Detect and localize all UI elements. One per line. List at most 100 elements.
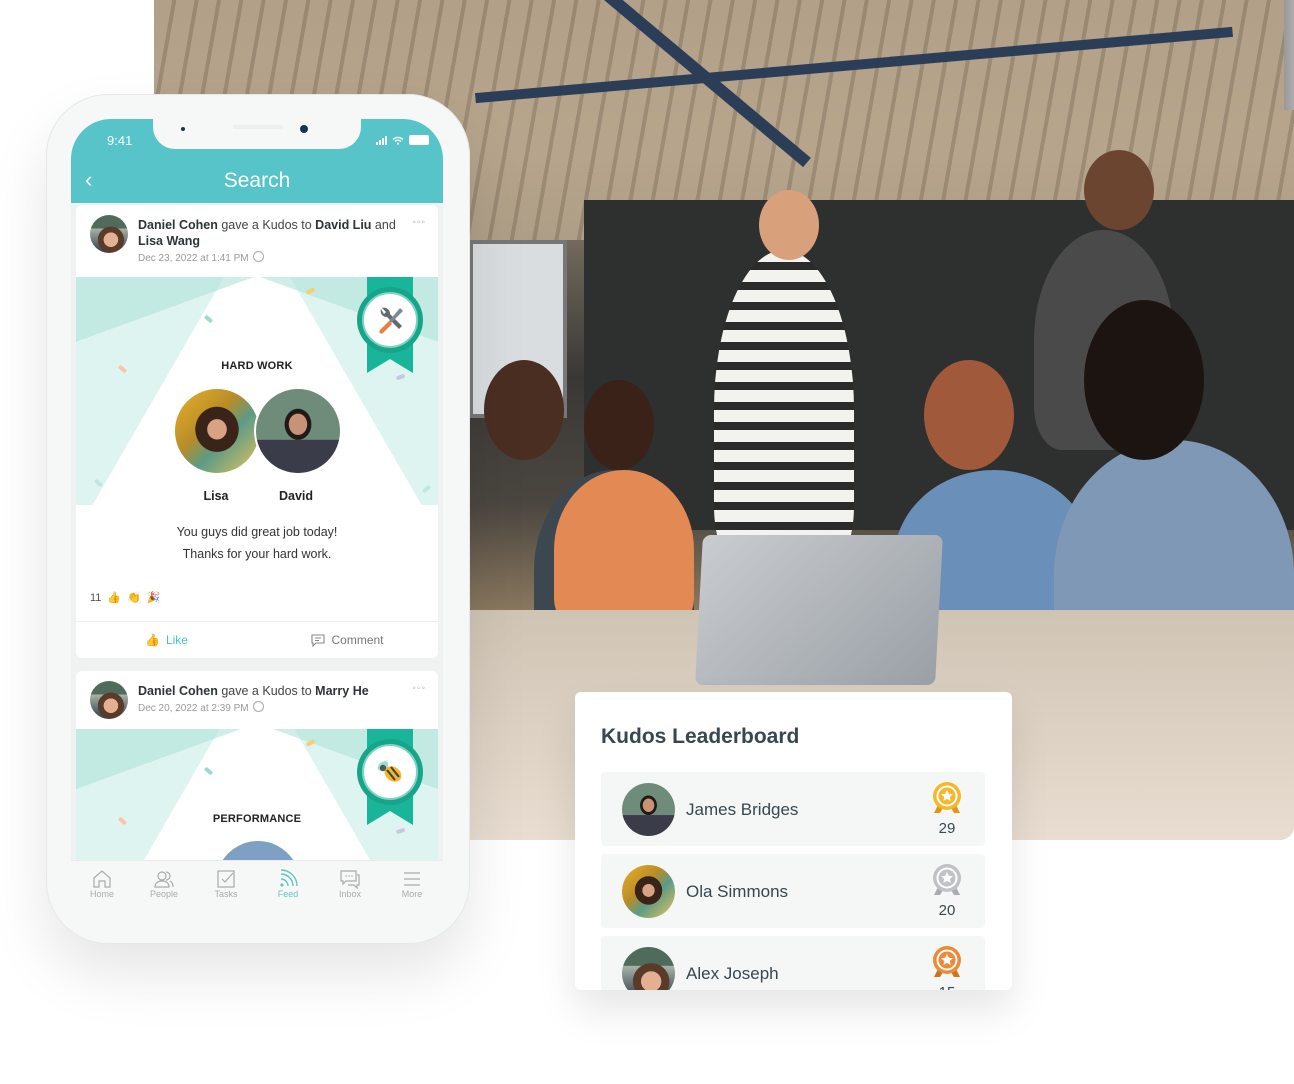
- inbox-icon: [340, 870, 360, 889]
- reactions-summary[interactable]: 11 👍 👏 🎉: [90, 591, 161, 605]
- photo-head: [484, 360, 564, 460]
- silver-medal-icon: [933, 864, 961, 895]
- feed-list: Daniel Cohen gave a Kudos to David Liu a…: [71, 203, 443, 909]
- photo-head: [924, 360, 1014, 470]
- home-icon: [93, 870, 111, 888]
- leader-avatar: [622, 865, 675, 918]
- confetti: [305, 287, 316, 295]
- photo-person: [554, 470, 694, 630]
- tools-icon: [379, 307, 403, 334]
- recipient-name[interactable]: Marry He: [315, 684, 369, 698]
- leaderboard-row[interactable]: Ola Simmons 20: [601, 854, 985, 928]
- thumbs-up-icon: 👍: [145, 633, 160, 647]
- confetti: [93, 478, 104, 488]
- post-actions: 👍 Like Comment: [76, 621, 438, 658]
- wifi-icon: [392, 136, 404, 145]
- post-summary: Daniel Cohen gave a Kudos to David Liu a…: [138, 218, 396, 248]
- camera-dot: [300, 125, 308, 133]
- signal-icon: [376, 135, 387, 145]
- party-popper-icon: 🎉: [146, 592, 161, 604]
- thumbs-up-icon: 👍: [107, 592, 122, 604]
- post-header: Daniel Cohen gave a Kudos to Marry He De…: [76, 671, 438, 727]
- kudos-message: You guys did great job today! Thanks for…: [176, 525, 338, 561]
- feed-post: Daniel Cohen gave a Kudos to David Liu a…: [76, 205, 438, 658]
- comment-icon: [311, 633, 326, 647]
- author-avatar[interactable]: [90, 681, 128, 719]
- photo-duct: [1284, 0, 1294, 110]
- more-options-icon[interactable]: ◦◦◦: [412, 683, 426, 694]
- recipient-avatar-lisa[interactable]: [173, 387, 261, 475]
- clap-icon: 👏: [127, 592, 141, 604]
- people-icon: [154, 871, 174, 888]
- tab-tasks[interactable]: Tasks: [195, 861, 257, 909]
- photo-head: [584, 380, 654, 470]
- recipient-label: Lisa: [203, 489, 229, 503]
- leader-score: 29: [938, 820, 956, 837]
- kudos-leaderboard: Kudos Leaderboard James Bridges 29 Ola S…: [575, 692, 1012, 990]
- menu-icon: [404, 872, 420, 886]
- leaderboard-row[interactable]: James Bridges 29: [601, 772, 985, 846]
- author-name[interactable]: Daniel Cohen: [138, 218, 218, 232]
- leaderboard-title: Kudos Leaderboard: [601, 725, 800, 748]
- globe-icon: [252, 701, 264, 712]
- page-title: Search: [223, 169, 291, 192]
- leader-score: 20: [938, 902, 956, 919]
- post-date: Dec 20, 2022 at 2:39 PM: [138, 701, 264, 714]
- globe-icon: [252, 251, 264, 262]
- photo-person: [714, 250, 854, 570]
- recipient-avatar-david[interactable]: [254, 387, 342, 475]
- reaction-count: 11: [90, 591, 102, 604]
- bronze-medal-icon: [933, 946, 961, 977]
- leaderboard-row[interactable]: Alex Joseph 15: [601, 936, 985, 990]
- confetti: [305, 739, 316, 747]
- bee-icon: [377, 761, 402, 782]
- leader-score: 15: [929, 984, 965, 990]
- speaker: [233, 125, 283, 129]
- recipient-name[interactable]: Lisa Wang: [138, 234, 200, 248]
- feed-icon: [280, 869, 298, 887]
- more-options-icon[interactable]: ◦◦◦: [412, 217, 426, 228]
- tasks-icon: [217, 870, 235, 888]
- leader-name: Ola Simmons: [686, 882, 789, 901]
- tab-home[interactable]: Home: [71, 861, 133, 909]
- tab-bar: Home People Tasks Feed Inbox More: [71, 860, 443, 909]
- award-title: PERFORMANCE: [212, 813, 302, 825]
- status-time: 9:41: [107, 133, 133, 148]
- status-icons: [376, 135, 429, 145]
- comment-button[interactable]: Comment: [257, 622, 438, 658]
- nav-bar: ‹ Search: [71, 159, 443, 203]
- confetti: [395, 373, 406, 381]
- post-summary: Daniel Cohen gave a Kudos to Marry He: [138, 684, 369, 698]
- author-name[interactable]: Daniel Cohen: [138, 684, 218, 698]
- post-header: Daniel Cohen gave a Kudos to David Liu a…: [76, 205, 438, 269]
- photo-head: [759, 190, 819, 260]
- confetti: [395, 827, 406, 835]
- photo-head: [1084, 300, 1204, 460]
- confetti: [203, 766, 214, 776]
- phone-mockup: 9:41 ‹ Search Daniel Cohen gave a Kudos …: [46, 94, 470, 944]
- phone-notch: [153, 119, 361, 149]
- leader-name: James Bridges: [686, 800, 799, 819]
- recipient-name[interactable]: David Liu: [315, 218, 371, 232]
- post-date: Dec 23, 2022 at 1:41 PM: [138, 251, 264, 264]
- confetti: [421, 484, 432, 494]
- gold-medal-icon: [933, 782, 961, 813]
- phone-screen: 9:41 ‹ Search Daniel Cohen gave a Kudos …: [71, 119, 443, 909]
- leader-name: Alex Joseph: [686, 964, 779, 983]
- award-seal: [357, 287, 423, 353]
- award-card: HARD WORK: [76, 277, 438, 505]
- leader-avatar: [622, 947, 675, 990]
- sensor-dot: [181, 127, 185, 131]
- recipient-label: David: [278, 489, 314, 503]
- tab-inbox[interactable]: Inbox: [319, 861, 381, 909]
- confetti: [203, 314, 214, 324]
- award-seal: [357, 739, 423, 805]
- tab-people[interactable]: People: [133, 861, 195, 909]
- photo-laptop: [695, 535, 943, 685]
- photo-head: [1084, 150, 1154, 230]
- tab-more[interactable]: More: [381, 861, 443, 909]
- battery-icon: [409, 135, 429, 145]
- tab-feed[interactable]: Feed: [257, 861, 319, 909]
- like-button[interactable]: 👍 Like: [76, 622, 257, 658]
- author-avatar[interactable]: [90, 215, 128, 253]
